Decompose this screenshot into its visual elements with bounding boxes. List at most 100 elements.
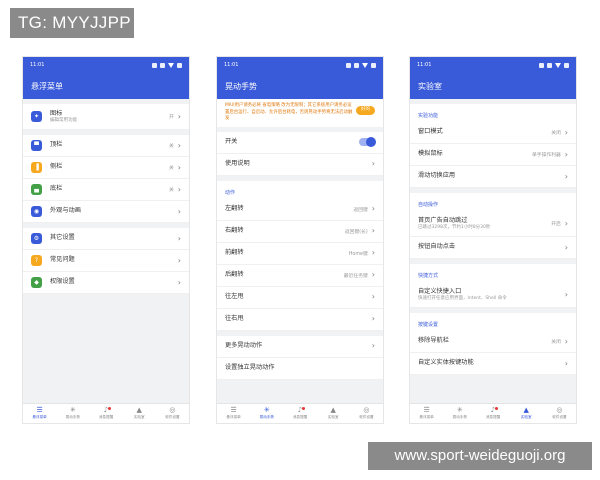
chevron-right-icon: › (564, 149, 568, 159)
bottom-bar-icon: ▄ (31, 184, 42, 195)
row-label: 移除导航栏 (418, 337, 449, 345)
row-label: 模拟鼠标 (418, 150, 443, 158)
nav-settings[interactable]: ◎ 软件设置 (156, 404, 189, 423)
chevron-right-icon: › (177, 162, 181, 172)
independent-actions-row[interactable]: 设置独立晃动动作 (217, 358, 383, 380)
row-label: 常见问题 (50, 256, 75, 264)
chevron-right-icon: › (564, 218, 568, 228)
status-time: 11:01 (30, 62, 45, 68)
nav-label: 晃动手势 (452, 415, 467, 419)
chevron-right-icon: › (564, 336, 568, 346)
row-label: 其它设置 (50, 234, 75, 242)
row-value: 关 (168, 166, 174, 171)
status-icons (539, 62, 569, 68)
action-row-swing-left[interactable]: 往左甩 › (217, 287, 383, 309)
nav-shake-gesture[interactable]: ✳ 晃动手势 (250, 404, 283, 423)
chevron-right-icon: › (177, 140, 181, 150)
bottom-nav: ☰ 悬浮菜单 ✳ 晃动手势 ♪ 消息提醒 ▲ 实验室 ◎ 软件设置 (23, 403, 189, 423)
shortcut-card: 快捷方式 自定义快捷入口 快速打开任意应用界面，Intent、Shell 命令 … (410, 264, 576, 308)
menu-icon: ☰ (230, 406, 237, 414)
row-label: 右翻转 (225, 227, 244, 235)
status-bar: 11:01 (217, 57, 383, 73)
action-row-right-flip[interactable]: 右翻转 返回键(长) › (217, 221, 383, 243)
permission-row[interactable]: ◆ 权限设置 › (23, 272, 189, 294)
side-bar-row[interactable]: ▐ 侧栏 关 › (23, 157, 189, 179)
row-label: 权限设置 (50, 278, 75, 286)
notification-icon (152, 62, 157, 68)
row-label: 底栏 (50, 185, 63, 193)
icon-row-text: 图标 编辑常用功能 (50, 110, 169, 124)
other-card: ⚙ 其它设置 › ? 常见问题 › ◆ 权限设置 › (23, 228, 189, 294)
nav-notifications[interactable]: ♪ 消息提醒 (476, 404, 509, 423)
row-label: 滑动切换应用 (418, 172, 456, 180)
mouse-sim-row[interactable]: 模拟鼠标 单手操作利器 › (410, 144, 576, 166)
row-text: 滑动切换应用 (418, 172, 565, 180)
row-text: 右翻转 (225, 227, 345, 235)
nav-floating-menu[interactable]: ☰ 悬浮菜单 (410, 404, 443, 423)
action-row-back-flip[interactable]: 后翻转 最近任务键 › (217, 265, 383, 287)
nav-notifications[interactable]: ♪ 消息提醒 (89, 404, 122, 423)
icon-row[interactable]: ✦ 图标 编辑常用功能 开 › (23, 104, 189, 130)
row-label: 左翻转 (225, 205, 244, 213)
screen-content: MIUI用户请务必将 省电策略 改为无限制；其它系统用户请务必设置后台运行、自启… (217, 99, 383, 403)
notice-ok-button[interactable]: 好的 (356, 106, 375, 115)
remove-navbar-row[interactable]: 移除导航栏 关闭 › (410, 331, 576, 353)
other-settings-row[interactable]: ⚙ 其它设置 › (23, 228, 189, 250)
bottom-bar-row[interactable]: ▄ 底栏 关 › (23, 179, 189, 201)
row-label: 自定义实体按键功能 (418, 359, 474, 367)
enable-toggle[interactable] (359, 137, 376, 148)
row-text: 前翻转 (225, 249, 349, 257)
notification-icon (539, 62, 544, 68)
auto-click-row[interactable]: 按钮自动点击 › (410, 237, 576, 259)
row-value: 返回键(长) (344, 229, 368, 235)
top-bar-row[interactable]: ▀ 顶栏 关 › (23, 135, 189, 157)
chevron-right-icon: › (177, 184, 181, 194)
swipe-switch-row[interactable]: 滑动切换应用 › (410, 166, 576, 188)
palette-icon: ◉ (31, 206, 42, 217)
nav-notifications[interactable]: ♪ 消息提醒 (283, 404, 316, 423)
action-row-swing-right[interactable]: 往右甩 › (217, 309, 383, 331)
pin-icon: ✦ (31, 111, 42, 122)
section-title: 自动操作 (410, 193, 576, 211)
help-row[interactable]: 使用说明 › (217, 154, 383, 176)
nav-shake-gesture[interactable]: ✳ 晃动手势 (443, 404, 476, 423)
more-actions-row[interactable]: 更多晃动动作 › (217, 336, 383, 358)
flask-icon: ▲ (136, 406, 142, 414)
nav-label: 晃动手势 (65, 415, 80, 419)
nav-floating-menu[interactable]: ☰ 悬浮菜单 (23, 404, 56, 423)
custom-shortcut-row[interactable]: 自定义快捷入口 快速打开任意应用界面，Intent、Shell 命令 › (410, 282, 576, 308)
nav-settings[interactable]: ◎ 软件设置 (543, 404, 576, 423)
shake-gesture-screen: 11:01 晃动手势 MIUI用户请务必将 省电策略 改为无限制；其它系统用户请… (216, 56, 384, 424)
window-mode-row[interactable]: 窗口模式 关闭 › (410, 122, 576, 144)
nav-floating-menu[interactable]: ☰ 悬浮菜单 (217, 404, 250, 423)
row-label: 往右甩 (225, 315, 244, 323)
row-value: 关闭 (551, 131, 561, 136)
action-row-left-flip[interactable]: 左翻转 返回键 › (217, 199, 383, 221)
row-text: 窗口模式 (418, 128, 551, 136)
switch-row[interactable]: 开关 (217, 132, 383, 154)
settings-icon: ◎ (169, 406, 176, 414)
nav-lab[interactable]: ▲ 实验室 (510, 404, 543, 423)
faq-row[interactable]: ? 常见问题 › (23, 250, 189, 272)
nav-lab[interactable]: ▲ 实验室 (317, 404, 350, 423)
nav-label: 软件设置 (165, 415, 180, 419)
app-bar: 实验室 (410, 73, 576, 99)
nav-settings[interactable]: ◎ 软件设置 (350, 404, 383, 423)
appearance-row[interactable]: ◉ 外观与动画 › (23, 201, 189, 223)
physical-key-row[interactable]: 自定义实体按键功能 › (410, 353, 576, 375)
chevron-right-icon: › (371, 204, 375, 214)
row-text: 模拟鼠标 (418, 150, 532, 158)
shield-icon: ◆ (31, 277, 42, 288)
action-row-forward-flip[interactable]: 前翻转 Home键 › (217, 243, 383, 265)
side-bar-icon: ▐ (31, 162, 42, 173)
ad-skip-row[interactable]: 首页广告自动跳过 已跳过3298次，节约1小时8分30秒 开启 › (410, 211, 576, 237)
row-text: 权限设置 (50, 278, 178, 286)
settings-icon: ◎ (363, 406, 370, 414)
nav-lab[interactable]: ▲ 实验室 (123, 404, 156, 423)
nav-shake-gesture[interactable]: ✳ 晃动手势 (56, 404, 89, 423)
tg-tag: TG: MYYJJPP (10, 8, 134, 38)
row-text: 其它设置 (50, 234, 178, 242)
app-bar: 晃动手势 (217, 73, 383, 99)
status-icons (152, 62, 182, 68)
section-title: 动作 (217, 180, 383, 199)
